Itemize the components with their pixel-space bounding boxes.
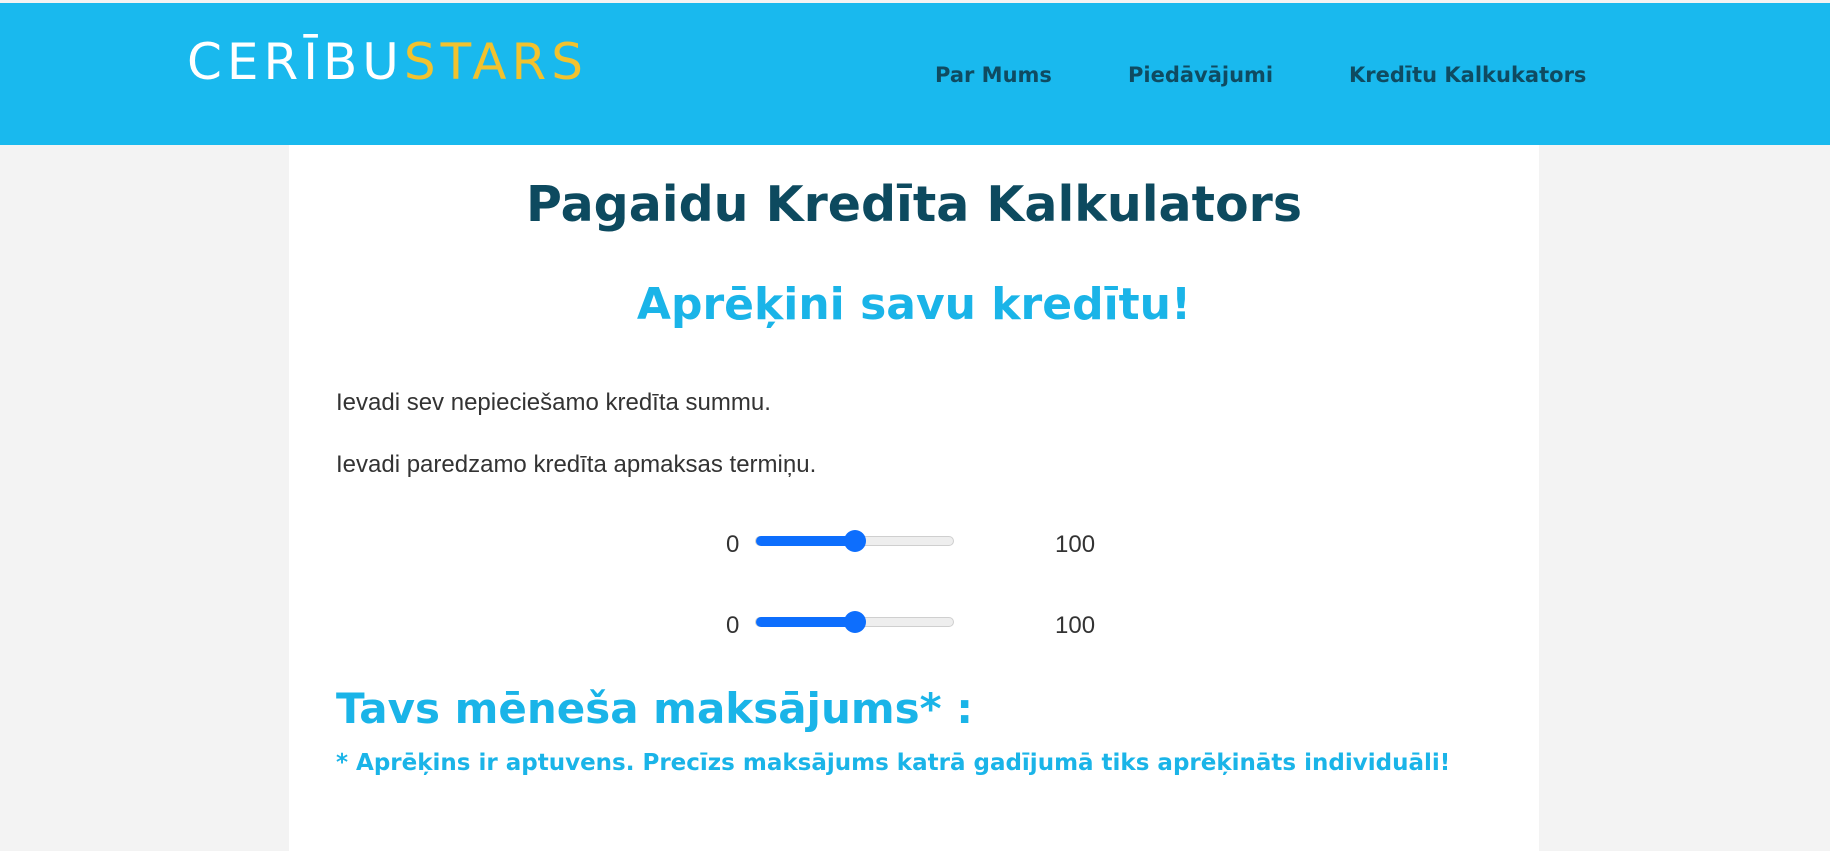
term-slider-max-label: 100: [1055, 612, 1096, 639]
instruction-term: Ievadi paredzamo kredīta apmaksas termiņ…: [336, 451, 817, 478]
page-subtitle: Aprēķini savu kredītu!: [636, 279, 1192, 330]
nav-link-kreditu-kalkulators[interactable]: Kredītu Kalkukators: [1349, 63, 1586, 87]
amount-slider-fill: [756, 536, 855, 546]
amount-slider-thumb[interactable]: [843, 530, 866, 552]
instruction-amount: Ievadi sev nepieciešamo kredīta summu.: [336, 389, 771, 416]
logo-text-accent: STARS: [403, 33, 588, 91]
amount-slider[interactable]: [755, 530, 954, 552]
main-content: Pagaidu Kredīta Kalkulators Aprēķini sav…: [289, 145, 1539, 851]
term-slider[interactable]: [755, 611, 954, 633]
monthly-payment-label: Tavs mēneša maksājums* :: [336, 684, 973, 733]
term-slider-thumb[interactable]: [843, 611, 866, 633]
logo-text-primary: CERĪBU: [187, 33, 404, 91]
page-title: Pagaidu Kredīta Kalkulators: [526, 176, 1302, 233]
site-header: CERĪBUSTARS Par Mums Piedāvājumi Kredītu…: [0, 3, 1830, 145]
amount-slider-max-label: 100: [1055, 531, 1096, 558]
disclaimer-note: * Aprēķins ir aptuvens. Precīzs maksājum…: [336, 750, 1451, 776]
nav-link-par-mums[interactable]: Par Mums: [935, 63, 1052, 87]
term-slider-min-label: 0: [726, 612, 740, 639]
amount-slider-min-label: 0: [726, 531, 740, 558]
nav-link-piedavajumi[interactable]: Piedāvājumi: [1128, 63, 1273, 87]
logo[interactable]: CERĪBUSTARS: [187, 33, 588, 91]
term-slider-fill: [756, 617, 855, 627]
